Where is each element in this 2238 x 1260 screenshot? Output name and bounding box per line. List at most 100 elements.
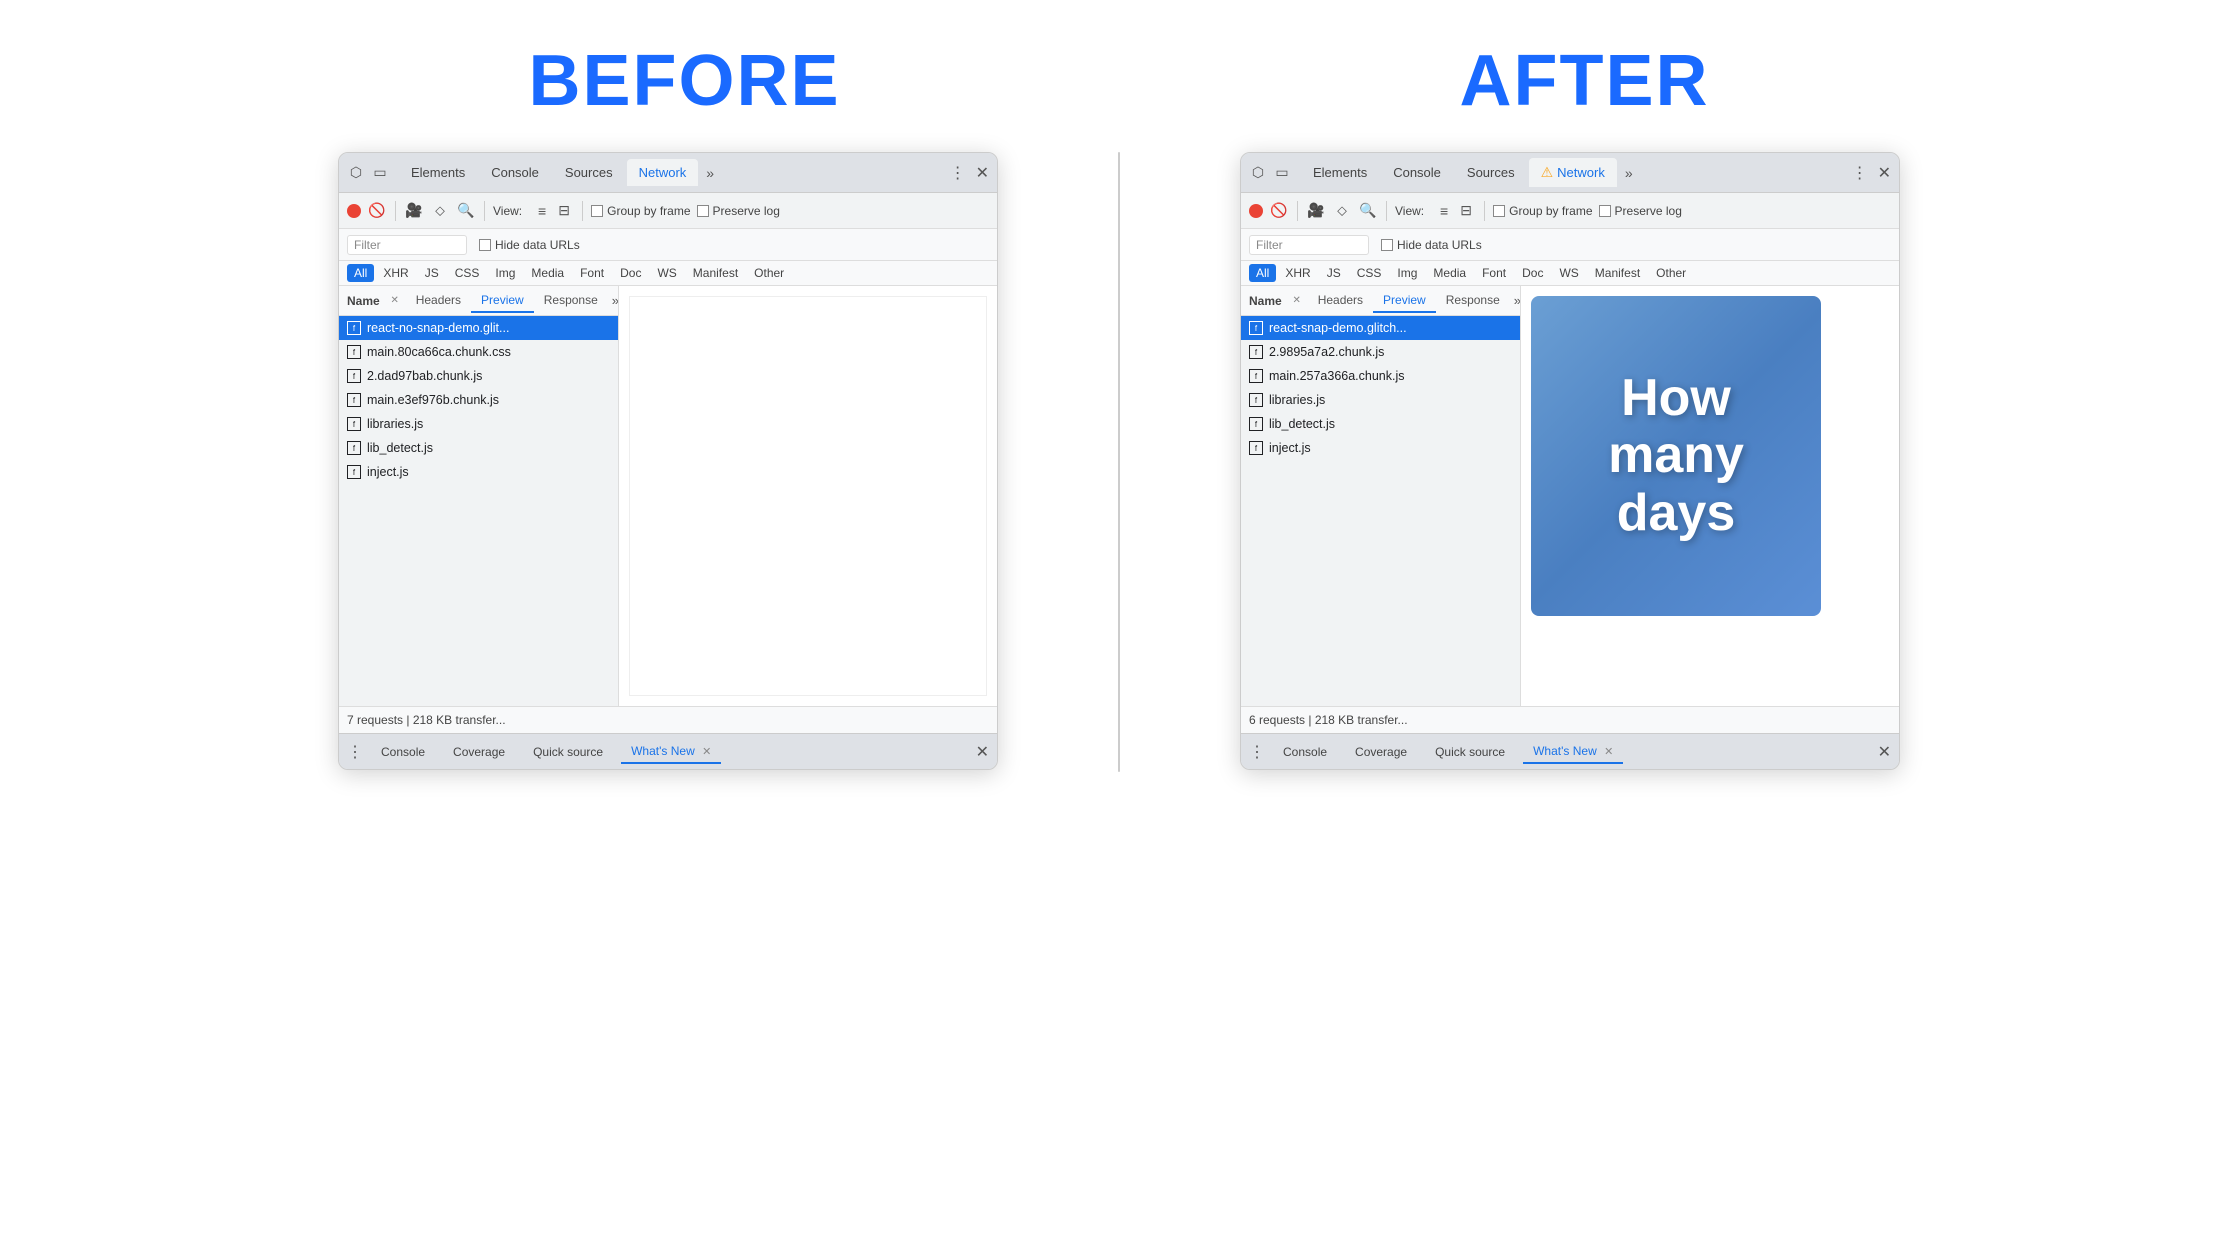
sub-tab-response-after[interactable]: Response xyxy=(1436,289,1510,313)
device-icon-after[interactable]: ▭ xyxy=(1273,164,1291,182)
filter-css-after[interactable]: CSS xyxy=(1350,264,1389,282)
sub-tab-more-before[interactable]: » xyxy=(612,293,619,308)
tab-network-before[interactable]: Network xyxy=(627,159,699,186)
close-icon-after[interactable]: ✕ xyxy=(1878,163,1891,183)
file-item-6-before[interactable]: f inject.js xyxy=(339,460,618,484)
filter-other-before[interactable]: Other xyxy=(747,264,791,282)
hide-data-urls-checkbox-after[interactable] xyxy=(1381,239,1393,251)
search-icon-after[interactable]: 🔍 xyxy=(1358,201,1378,221)
clear-icon-after[interactable]: 🚫 xyxy=(1269,201,1289,221)
file-item-2-after[interactable]: f main.257a366a.chunk.js xyxy=(1241,364,1520,388)
filter-all-before[interactable]: All xyxy=(347,264,374,282)
tab-more-before[interactable]: » xyxy=(700,161,720,185)
sub-tab-headers-before[interactable]: Headers xyxy=(406,289,471,313)
file-item-2-before[interactable]: f 2.dad97bab.chunk.js xyxy=(339,364,618,388)
filter-manifest-before[interactable]: Manifest xyxy=(686,264,745,282)
filter-media-before[interactable]: Media xyxy=(524,264,571,282)
filter-img-before[interactable]: Img xyxy=(488,264,522,282)
preserve-log-after[interactable]: Preserve log xyxy=(1599,204,1682,218)
tab-console-before[interactable]: Console xyxy=(479,159,551,186)
sub-tab-response-before[interactable]: Response xyxy=(534,289,608,313)
drawer-coverage-before[interactable]: Coverage xyxy=(443,741,515,763)
camera-icon-before[interactable]: 🎥 xyxy=(404,201,424,221)
preserve-log-before[interactable]: Preserve log xyxy=(697,204,780,218)
tab-elements-after[interactable]: Elements xyxy=(1301,159,1379,186)
group-by-frame-before[interactable]: Group by frame xyxy=(591,204,690,218)
drawer-console-after[interactable]: Console xyxy=(1273,741,1337,763)
file-item-3-after[interactable]: f libraries.js xyxy=(1241,388,1520,412)
file-item-4-after[interactable]: f lib_detect.js xyxy=(1241,412,1520,436)
filter-input-after[interactable]: Filter xyxy=(1249,235,1369,255)
search-icon-before[interactable]: 🔍 xyxy=(456,201,476,221)
tab-sources-before[interactable]: Sources xyxy=(553,159,625,186)
drawer-dots-after[interactable]: ⋮ xyxy=(1249,742,1265,762)
grid-view-icon-before[interactable]: ⊟ xyxy=(554,201,574,221)
tab-elements-before[interactable]: Elements xyxy=(399,159,477,186)
hide-data-urls-after[interactable]: Hide data URLs xyxy=(1381,238,1482,252)
drawer-whatsnew-after[interactable]: What's New ✕ xyxy=(1523,740,1623,764)
file-item-0-before[interactable]: f react-no-snap-demo.glit... xyxy=(339,316,618,340)
filter-icon-before[interactable]: ⬦ xyxy=(430,201,450,221)
hide-data-urls-before[interactable]: Hide data URLs xyxy=(479,238,580,252)
file-item-0-after[interactable]: f react-snap-demo.glitch... xyxy=(1241,316,1520,340)
group-by-frame-checkbox-before[interactable] xyxy=(591,205,603,217)
sub-tab-more-after[interactable]: » xyxy=(1514,293,1521,308)
file-item-1-before[interactable]: f main.80ca66ca.chunk.css xyxy=(339,340,618,364)
filter-all-after[interactable]: All xyxy=(1249,264,1276,282)
clear-icon-before[interactable]: 🚫 xyxy=(367,201,387,221)
inspect-icon-after[interactable]: ⬡ xyxy=(1249,164,1267,182)
filter-ws-after[interactable]: WS xyxy=(1552,264,1585,282)
drawer-whatsnew-close-before[interactable]: ✕ xyxy=(702,746,711,758)
tab-sources-after[interactable]: Sources xyxy=(1455,159,1527,186)
filter-doc-after[interactable]: Doc xyxy=(1515,264,1550,282)
filter-ws-before[interactable]: WS xyxy=(650,264,683,282)
preserve-log-checkbox-before[interactable] xyxy=(697,205,709,217)
record-icon-before[interactable] xyxy=(347,204,361,218)
drawer-close-before[interactable]: ✕ xyxy=(976,742,989,762)
filter-css-before[interactable]: CSS xyxy=(448,264,487,282)
drawer-dots-before[interactable]: ⋮ xyxy=(347,742,363,762)
file-item-5-before[interactable]: f lib_detect.js xyxy=(339,436,618,460)
record-icon-after[interactable] xyxy=(1249,204,1263,218)
list-view-icon-after[interactable]: ≡ xyxy=(1434,201,1454,221)
filter-media-after[interactable]: Media xyxy=(1426,264,1473,282)
tab-more-after[interactable]: » xyxy=(1619,161,1639,185)
filter-xhr-before[interactable]: XHR xyxy=(376,264,415,282)
file-item-4-before[interactable]: f libraries.js xyxy=(339,412,618,436)
kebab-icon-before[interactable]: ⋮ xyxy=(950,163,966,183)
filter-manifest-after[interactable]: Manifest xyxy=(1588,264,1647,282)
group-by-frame-after[interactable]: Group by frame xyxy=(1493,204,1592,218)
grid-view-icon-after[interactable]: ⊟ xyxy=(1456,201,1476,221)
filter-input-before[interactable]: Filter xyxy=(347,235,467,255)
group-by-frame-checkbox-after[interactable] xyxy=(1493,205,1505,217)
filter-other-after[interactable]: Other xyxy=(1649,264,1693,282)
tab-network-after[interactable]: ⚠ Network xyxy=(1529,158,1617,187)
drawer-quicksource-before[interactable]: Quick source xyxy=(523,741,613,763)
drawer-quicksource-after[interactable]: Quick source xyxy=(1425,741,1515,763)
sub-tab-preview-before[interactable]: Preview xyxy=(471,289,534,313)
file-item-1-after[interactable]: f 2.9895a7a2.chunk.js xyxy=(1241,340,1520,364)
sub-tab-preview-after[interactable]: Preview xyxy=(1373,289,1436,313)
filter-xhr-after[interactable]: XHR xyxy=(1278,264,1317,282)
inspect-icon[interactable]: ⬡ xyxy=(347,164,365,182)
close-icon-before[interactable]: ✕ xyxy=(976,163,989,183)
sub-tab-headers-after[interactable]: Headers xyxy=(1308,289,1373,313)
name-col-x-after[interactable]: ✕ xyxy=(1290,294,1304,308)
drawer-coverage-after[interactable]: Coverage xyxy=(1345,741,1417,763)
list-view-icon-before[interactable]: ≡ xyxy=(532,201,552,221)
filter-font-after[interactable]: Font xyxy=(1475,264,1513,282)
camera-icon-after[interactable]: 🎥 xyxy=(1306,201,1326,221)
kebab-icon-after[interactable]: ⋮ xyxy=(1852,163,1868,183)
preserve-log-checkbox-after[interactable] xyxy=(1599,205,1611,217)
filter-js-before[interactable]: JS xyxy=(418,264,446,282)
filter-doc-before[interactable]: Doc xyxy=(613,264,648,282)
file-item-3-before[interactable]: f main.e3ef976b.chunk.js xyxy=(339,388,618,412)
drawer-close-after[interactable]: ✕ xyxy=(1878,742,1891,762)
drawer-whatsnew-close-after[interactable]: ✕ xyxy=(1604,746,1613,758)
name-col-x-before[interactable]: ✕ xyxy=(388,294,402,308)
tab-console-after[interactable]: Console xyxy=(1381,159,1453,186)
hide-data-urls-checkbox-before[interactable] xyxy=(479,239,491,251)
drawer-console-before[interactable]: Console xyxy=(371,741,435,763)
drawer-whatsnew-before[interactable]: What's New ✕ xyxy=(621,740,721,764)
filter-font-before[interactable]: Font xyxy=(573,264,611,282)
